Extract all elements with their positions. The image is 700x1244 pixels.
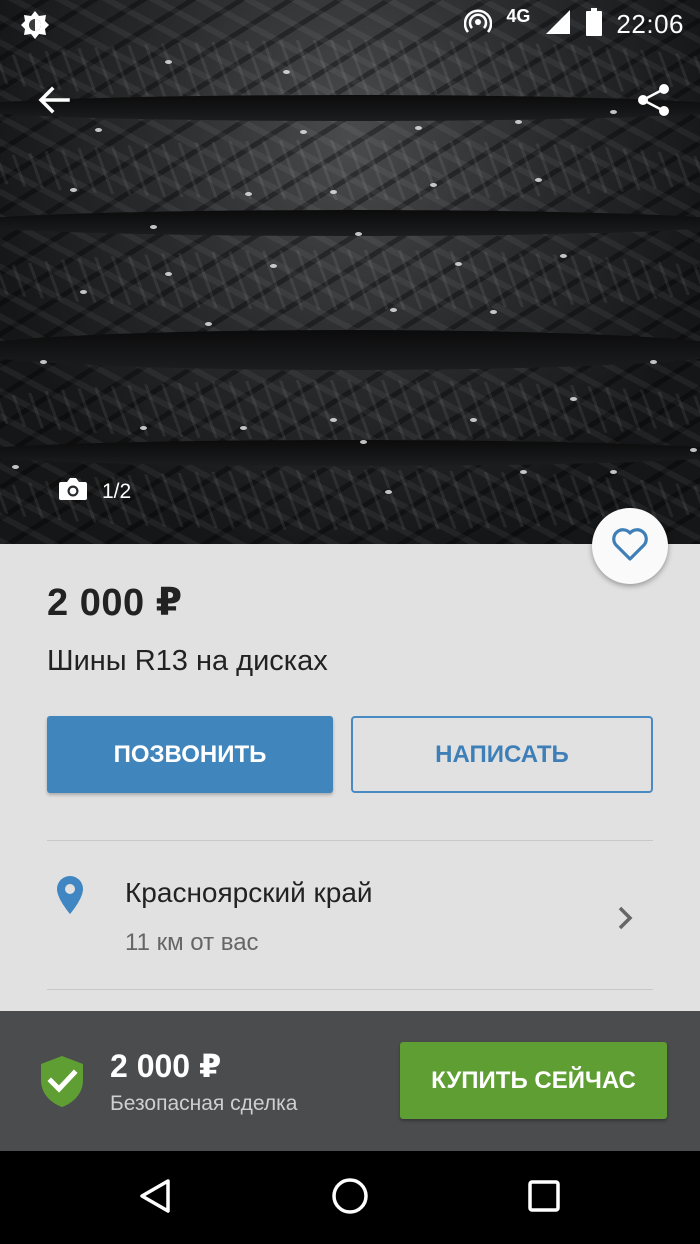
- status-bar: 4G 22:06: [0, 0, 700, 48]
- nav-back-button[interactable]: [130, 1173, 180, 1223]
- share-icon: [636, 82, 672, 123]
- listing-photo[interactable]: [0, 0, 700, 544]
- brightness-icon: [20, 10, 50, 40]
- location-distance: 11 км от вас: [125, 929, 259, 956]
- safe-deal-label: Безопасная сделка: [110, 1092, 298, 1115]
- hotspot-icon: [464, 8, 493, 41]
- battery-icon: [586, 7, 603, 41]
- listing-details: 2 000 ₽ Шины R13 на дисках ПОЗВОНИТЬ НАП…: [0, 544, 700, 1011]
- photo-counter-text: 1/2: [102, 480, 132, 503]
- listing-title: Шины R13 на дисках: [47, 645, 328, 677]
- clock: 22:06: [616, 8, 684, 39]
- network-type: 4G: [506, 5, 531, 26]
- heart-outline-icon: [610, 526, 650, 567]
- signal-icon: [544, 8, 572, 41]
- photo-counter: 1/2: [58, 476, 131, 508]
- nav-home-icon: [330, 1176, 370, 1221]
- nav-recents-button[interactable]: [519, 1173, 569, 1223]
- favorite-button[interactable]: [592, 508, 668, 584]
- navigation-bar: [0, 1151, 700, 1244]
- back-button[interactable]: [30, 78, 78, 126]
- camera-icon: [58, 476, 88, 508]
- arrow-back-icon: [37, 83, 71, 122]
- call-button[interactable]: ПОЗВОНИТЬ: [47, 716, 333, 793]
- nav-back-icon: [137, 1177, 173, 1220]
- share-button[interactable]: [630, 78, 678, 126]
- buy-now-button[interactable]: КУПИТЬ СЕЙЧАС: [400, 1042, 667, 1119]
- chevron-right-icon: [616, 905, 634, 936]
- location-pin-icon: [55, 875, 85, 920]
- purchase-bar: 2 000 ₽ Безопасная сделка КУПИТЬ СЕЙЧАС: [0, 1011, 700, 1151]
- location-row[interactable]: Красноярский край 11 км от вас: [0, 841, 700, 989]
- divider: [47, 989, 653, 990]
- nav-home-button[interactable]: [325, 1173, 375, 1223]
- bottom-price: 2 000 ₽: [110, 1048, 222, 1084]
- nav-recents-icon: [526, 1178, 562, 1219]
- shield-check-icon: [38, 1054, 86, 1113]
- write-button[interactable]: НАПИСАТЬ: [351, 716, 653, 793]
- listing-price: 2 000 ₽: [47, 582, 183, 624]
- location-region: Красноярский край: [125, 877, 373, 908]
